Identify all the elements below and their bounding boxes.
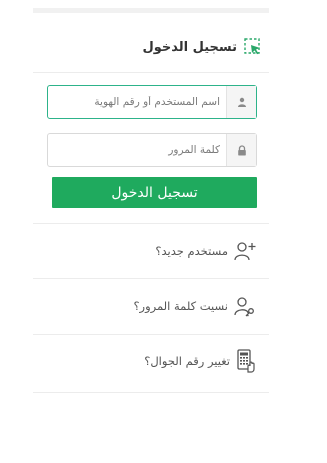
new-user-label: مستخدم جديد؟ (155, 244, 228, 258)
change-mobile-link[interactable]: تغيير رقم الجوال؟ (144, 349, 257, 373)
user-key-icon (233, 295, 257, 317)
cursor-select-icon (243, 37, 263, 57)
username-input[interactable] (48, 86, 226, 118)
user-plus-icon (233, 240, 257, 262)
forgot-password-link[interactable]: نسيت كلمة المرور؟ (133, 294, 257, 318)
login-title: تسجيل الدخول (142, 39, 237, 55)
divider (33, 278, 269, 279)
divider (33, 223, 269, 224)
forgot-password-label: نسيت كلمة المرور؟ (133, 299, 228, 313)
password-input[interactable] (48, 134, 226, 166)
divider (33, 72, 269, 73)
username-field[interactable] (47, 85, 257, 119)
divider (33, 392, 269, 393)
divider (33, 334, 269, 335)
login-heading: تسجيل الدخول (142, 36, 263, 58)
change-mobile-label: تغيير رقم الجوال؟ (144, 354, 230, 368)
login-panel: تسجيل الدخول تسجيل الدخول (33, 8, 269, 463)
panel-top-strip (33, 8, 269, 13)
login-button[interactable]: تسجيل الدخول (52, 177, 257, 208)
lock-icon (226, 134, 256, 166)
password-field[interactable] (47, 133, 257, 167)
user-icon (226, 86, 256, 118)
new-user-link[interactable]: مستخدم جديد؟ (155, 239, 257, 263)
phone-hand-icon (235, 349, 257, 373)
